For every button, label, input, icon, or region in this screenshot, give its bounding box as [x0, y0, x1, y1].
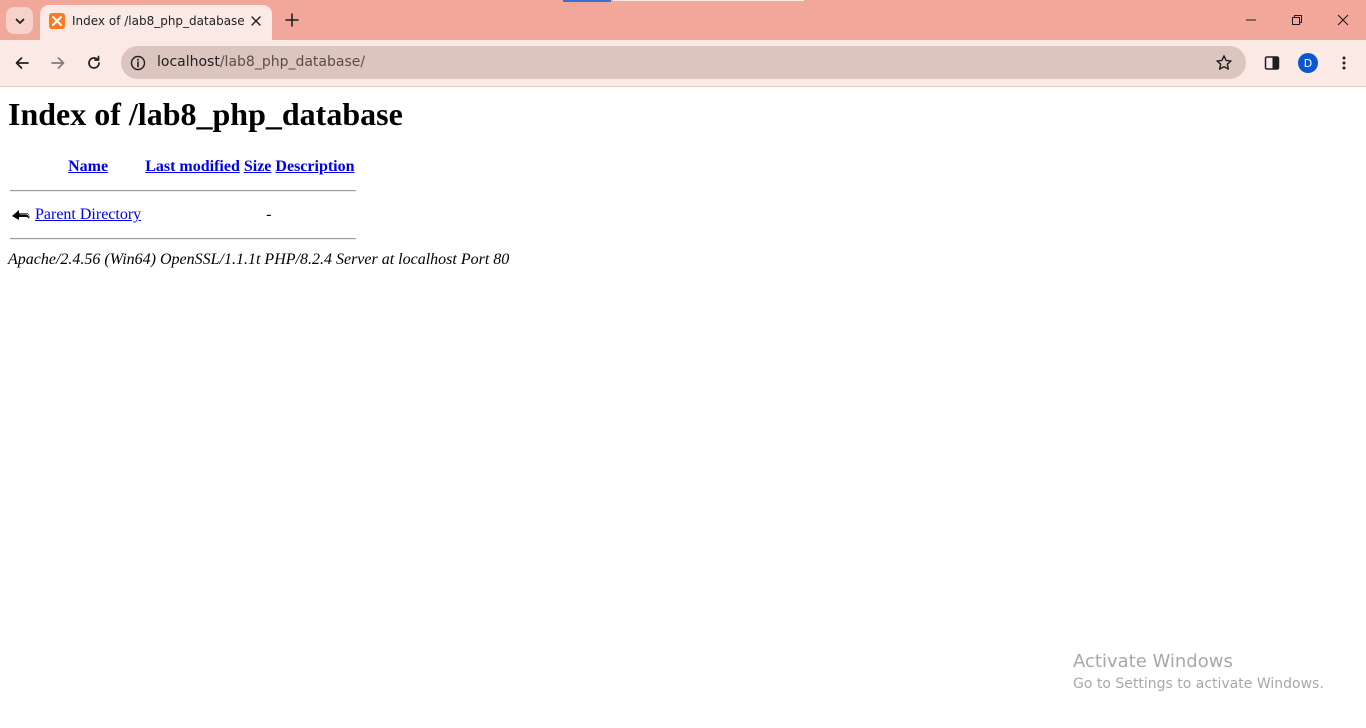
tab-search-button[interactable]	[6, 7, 33, 34]
xampp-favicon-icon	[49, 13, 65, 29]
reload-button[interactable]	[80, 49, 108, 77]
minimize-button[interactable]	[1228, 0, 1274, 40]
watermark-title: Activate Windows	[1073, 651, 1233, 672]
reload-icon	[88, 55, 100, 69]
arrow-left-icon	[15, 57, 29, 69]
more-vertical-icon	[1342, 56, 1346, 70]
arrow-right-icon	[51, 57, 65, 69]
browser-toolbar: localhost/lab8_php_database/	[0, 40, 1366, 87]
divider	[10, 238, 356, 240]
top-indicator	[613, 0, 804, 1]
sort-by-last-modified-link[interactable]: Last modified	[145, 158, 240, 175]
close-icon	[1337, 14, 1349, 26]
row-icon-cell	[10, 202, 32, 228]
icon-column-header	[10, 154, 32, 180]
parent-directory-link[interactable]: Parent Directory	[35, 206, 141, 223]
separator-row	[10, 182, 356, 200]
close-tab-icon[interactable]	[248, 13, 264, 29]
tab-active[interactable]: Index of /lab8_php_database	[40, 5, 272, 40]
plus-icon	[285, 13, 299, 27]
column-header-name: Name	[34, 154, 142, 180]
close-window-button[interactable]	[1320, 0, 1366, 40]
column-header-last-modified: Last modified	[144, 154, 241, 180]
page-title: Index of /lab8_php_database	[8, 96, 403, 132]
sort-by-size-link[interactable]: Size	[244, 158, 272, 175]
tab-title: Index of /lab8_php_database	[72, 14, 245, 28]
profile-avatar[interactable]: D	[1298, 53, 1318, 73]
row-last-modified-cell	[144, 202, 241, 228]
sort-by-name-link[interactable]: Name	[68, 158, 108, 175]
column-header-size: Size	[243, 154, 273, 180]
top-indicator	[563, 0, 611, 2]
row-size-cell: -	[266, 206, 272, 223]
column-header-description: Description	[274, 154, 355, 180]
separator-row	[10, 230, 356, 248]
page-content: Index of /lab8_php_database Name Last mo…	[0, 88, 1366, 728]
chevron-down-icon	[15, 18, 24, 24]
back-button[interactable]	[8, 49, 36, 77]
restore-button[interactable]	[1274, 0, 1320, 40]
row-name-cell: Parent Directory	[34, 202, 142, 228]
address-bar[interactable]: localhost/lab8_php_database/	[121, 46, 1246, 79]
table-row: Parent Directory -	[10, 202, 356, 228]
url-path: /lab8_php_database/	[219, 54, 366, 70]
side-panel-button[interactable]	[1258, 49, 1286, 77]
restore-icon	[1292, 15, 1302, 25]
url-text[interactable]: localhost/lab8_php_database/	[157, 54, 365, 70]
divider	[10, 190, 356, 192]
site-info-icon[interactable]	[128, 53, 148, 73]
forward-button[interactable]	[44, 49, 72, 77]
bookmark-star-icon[interactable]	[1214, 53, 1234, 73]
directory-listing-table: Name Last modified Size Description Pare…	[8, 152, 358, 250]
side-panel-icon	[1264, 56, 1280, 70]
new-tab-button[interactable]	[280, 8, 304, 32]
back-icon	[12, 210, 30, 220]
activation-watermark: Activate Windows Go to Settings to activ…	[1073, 651, 1324, 692]
tab-strip: Index of /lab8_php_database	[0, 0, 1366, 40]
url-host: localhost	[157, 54, 220, 70]
minimize-icon	[1246, 19, 1256, 21]
server-signature: Apache/2.4.56 (Win64) OpenSSL/1.1.1t PHP…	[8, 251, 510, 268]
table-header-row: Name Last modified Size Description	[10, 154, 356, 180]
sort-by-description-link[interactable]: Description	[275, 158, 354, 175]
row-description-cell	[274, 202, 355, 228]
menu-button[interactable]	[1330, 49, 1358, 77]
watermark-subtitle: Go to Settings to activate Windows.	[1073, 676, 1324, 692]
